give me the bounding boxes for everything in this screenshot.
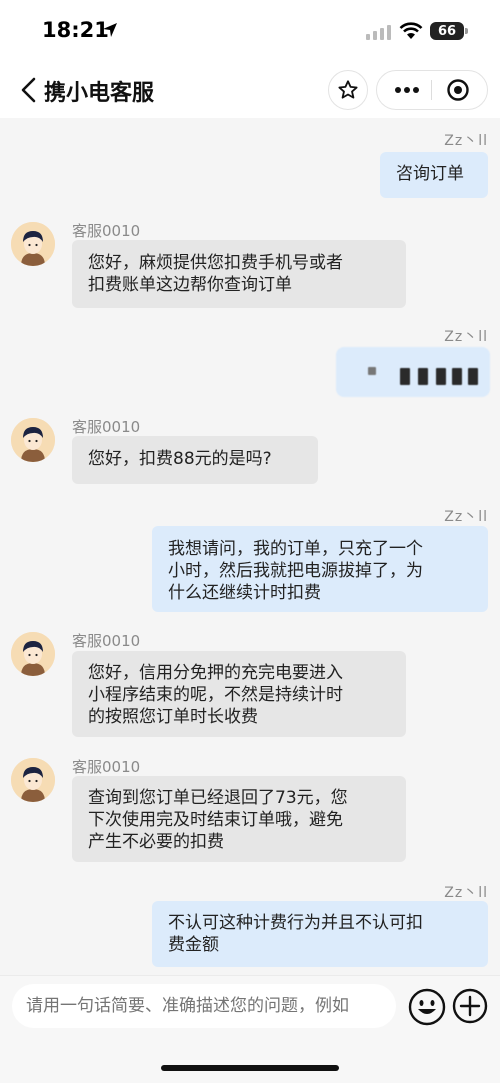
redaction-block [400,368,410,385]
message-line: 小程序结束的呢，不然是持续计时 [88,685,343,705]
message-line: 您好，信用分免押的充完电要进入 [88,663,343,683]
message-text: 咨询订单 [396,164,464,184]
back-chevron-icon[interactable] [16,76,42,104]
message-line: 费金额 [168,935,219,955]
mini-program-capsule [376,70,488,110]
user-message-bubble[interactable]: 咨询订单 [380,152,488,198]
agent-message-bubble[interactable]: 您好，麻烦提供您扣费手机号或者 扣费账单这边帮你查询订单 [72,240,406,308]
agent-avatar-icon [11,632,55,676]
message-line: 您好，麻烦提供您扣费手机号或者 [88,253,343,273]
redaction-block [468,368,478,385]
wifi-icon [399,22,423,39]
agent-avatar-icon [11,418,55,462]
star-icon [338,80,358,99]
message-line: 小时，然后我就把电源拔掉了，为 [168,561,423,581]
message-line: 我想请问，我的订单，只充了一个 [168,539,423,559]
battery-tip [465,28,468,34]
read-status-label: Zz丶ll [444,133,488,149]
agent-name: 客服0010 [72,418,141,436]
message-line: 扣费账单这边帮你查询订单 [88,275,292,295]
favorite-button[interactable] [328,70,368,110]
agent-name: 客服0010 [72,758,141,776]
read-status-label: Zz丶ll [444,885,488,901]
more-dots-icon [395,87,419,93]
agent-name: 客服0010 [72,222,141,240]
message-line: 什么还继续计时扣费 [168,583,321,603]
agent-message-bubble[interactable]: 您好，信用分免押的充完电要进入 小程序结束的呢，不然是持续计时 的按照您订单时长… [72,651,406,737]
home-indicator[interactable] [161,1065,339,1071]
message-input[interactable] [12,984,396,1028]
message-line: 查询到您订单已经退回了73元，您 [88,788,348,808]
message-line: 不认可这种计费行为并且不认可扣 [168,913,423,933]
nav-bar: 携小电客服 [0,62,500,118]
redacted-message-bubble[interactable] [336,347,490,397]
chat-message-list[interactable]: Zz丶ll 咨询订单 客服0010 您好，麻烦提供您扣费手机号或者 扣费账单这边… [0,118,500,975]
cellular-signal-icon [366,25,391,40]
redaction-block [368,367,376,375]
redaction-block [436,368,446,385]
read-status-label: Zz丶ll [444,509,488,525]
agent-avatar[interactable] [11,758,55,802]
battery-icon: 66 [430,22,464,40]
plus-icon[interactable] [452,988,488,1024]
close-mini-program-button[interactable] [435,71,481,109]
target-close-icon [447,79,469,101]
agent-avatar-icon [11,222,55,266]
emoji-icon[interactable] [408,988,446,1026]
user-message-bubble[interactable]: 不认可这种计费行为并且不认可扣 费金额 [152,901,488,967]
message-line: 的按照您订单时长收费 [88,707,258,727]
redaction-block [452,368,462,385]
location-arrow-icon [103,23,117,37]
more-options-button[interactable] [385,71,429,109]
user-message-bubble[interactable]: 我想请问，我的订单，只充了一个 小时，然后我就把电源拔掉了，为 什么还继续计时扣… [152,526,488,612]
agent-avatar-icon [11,758,55,802]
agent-avatar[interactable] [11,632,55,676]
agent-message-bubble[interactable]: 查询到您订单已经退回了73元，您 下次使用完及时结束订单哦，避免 产生不必要的扣… [72,776,406,862]
agent-name: 客服0010 [72,632,141,650]
page-title: 携小电客服 [44,81,155,106]
agent-avatar[interactable] [11,222,55,266]
agent-message-bubble[interactable]: 您好，扣费88元的是吗? [72,436,318,484]
status-time: 18:21 [42,18,109,42]
read-status-label: Zz丶ll [444,329,488,345]
message-line: 产生不必要的扣费 [88,832,224,852]
capsule-divider [431,80,432,100]
message-line: 您好，扣费88元的是吗? [88,449,272,469]
redaction-block [418,368,428,385]
agent-avatar[interactable] [11,418,55,462]
message-line: 下次使用完及时结束订单哦，避免 [88,810,343,830]
status-bar: 18:21 66 [0,0,500,62]
